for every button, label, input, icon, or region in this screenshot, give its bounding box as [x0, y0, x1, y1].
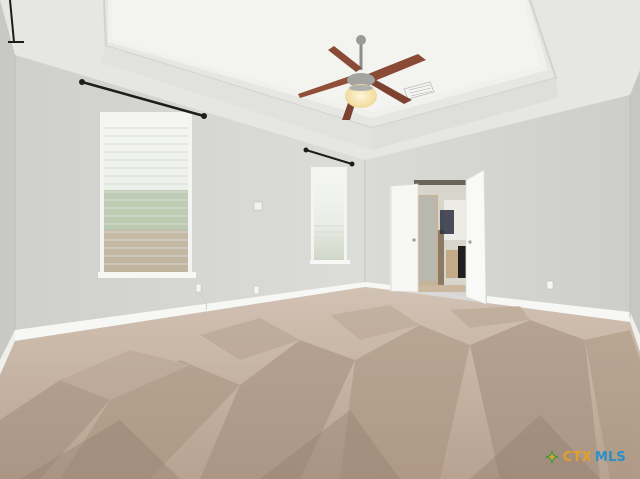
bedroom-photo	[0, 0, 640, 479]
door-right	[465, 169, 487, 305]
thermostat	[253, 201, 263, 211]
door-right-knob	[468, 240, 472, 244]
right-window	[310, 167, 350, 264]
room-illustration	[0, 0, 640, 479]
right-edge-wall	[630, 70, 640, 350]
doorway	[414, 180, 468, 292]
ctxmls-logo-icon	[544, 450, 559, 464]
outlet-left	[195, 283, 202, 293]
watermark-text-mls: MLS	[594, 449, 626, 465]
outlet-right	[546, 280, 554, 290]
outlet-middle	[253, 285, 260, 295]
door-left	[390, 183, 419, 293]
watermark-text-ctx: CTX	[562, 449, 592, 465]
left-edge-wall	[0, 0, 15, 360]
ctxmls-watermark: CTX MLS	[544, 449, 626, 465]
door-left-knob	[412, 238, 416, 242]
left-window	[98, 112, 196, 278]
